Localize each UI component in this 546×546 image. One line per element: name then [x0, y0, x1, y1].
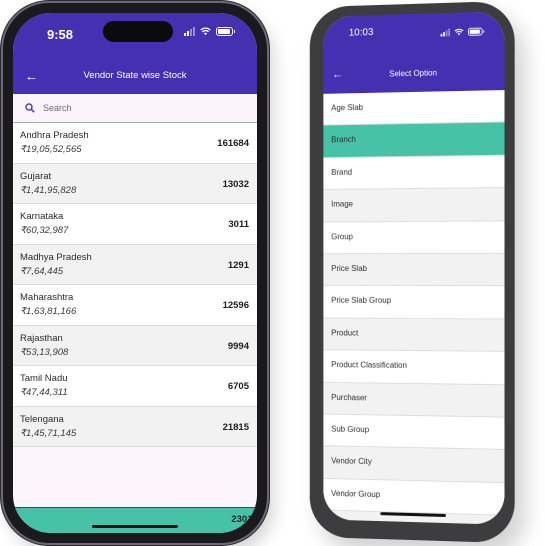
stock-quantity: 12596 [222, 300, 249, 311]
status-bar: 9:58 [13, 13, 257, 57]
wifi-icon [454, 28, 463, 36]
state-name: Gujarat [20, 170, 52, 182]
search-bar [13, 94, 257, 123]
option-label: Price Slab [331, 263, 367, 273]
wifi-icon [200, 27, 211, 36]
app-bar: ← Vendor State wise Stock [13, 57, 257, 94]
state-name: Maharashtra [20, 292, 74, 303]
option-label: Image [331, 199, 353, 209]
signal-icon [440, 28, 450, 37]
state-stock-list: Andhra Pradesh ₹19,05,52,565 161684 Guja… [13, 123, 257, 447]
page-title: Vendor State wise Stock [83, 70, 187, 81]
list-item[interactable]: Rajasthan ₹53,13,908 9994 [13, 325, 257, 366]
option-item[interactable]: Product [323, 318, 505, 352]
list-item[interactable]: Karnataka ₹60,32,987 3011 [13, 204, 257, 245]
list-item[interactable]: Maharashtra ₹1,63,81,166 12596 [13, 285, 257, 326]
total-footer: 230128 [13, 507, 257, 533]
option-item[interactable]: Purchaser [323, 382, 505, 418]
list-item[interactable]: Gujarat ₹1,41,95,828 13032 [13, 163, 257, 204]
showcase-stage: 9:58 ← Vendor State wise Stock Andhra Pr… [0, 0, 546, 546]
stock-quantity: 9994 [227, 340, 249, 352]
option-label: Product [331, 328, 359, 338]
state-name: Telengana [20, 413, 64, 425]
total-quantity: 230128 [231, 514, 257, 525]
stock-amount: ₹19,05,52,565 [20, 144, 82, 155]
option-list: Age Slab Branch Brand Image Group Price … [323, 90, 505, 525]
phone-screen: 10:03 ← Select Option Age Slab Branch Br… [323, 11, 505, 525]
option-label: Product Classification [331, 360, 407, 371]
state-name: Karnataka [20, 211, 64, 222]
stock-amount: ₹60,32,987 [20, 225, 69, 236]
status-time: 9:58 [47, 27, 74, 42]
option-label: Brand [331, 167, 353, 177]
system-icons [184, 27, 235, 36]
stock-amount: ₹1,41,95,828 [20, 184, 77, 196]
option-label: Sub Group [331, 424, 370, 435]
option-item[interactable]: Price Slab [323, 253, 505, 287]
search-icon [25, 103, 35, 113]
option-label: Age Slab [331, 102, 364, 113]
status-bar: 10:03 [323, 11, 505, 57]
stock-quantity: 13032 [222, 178, 249, 190]
stock-amount: ₹47,44,311 [20, 387, 68, 398]
state-name: Andhra Pradesh [20, 130, 89, 141]
state-name: Madhya Pradesh [20, 251, 92, 263]
stock-quantity: 161684 [217, 138, 249, 149]
list-item[interactable]: Telengana ₹1,45,71,145 21815 [13, 406, 257, 447]
search-input[interactable] [43, 99, 249, 117]
option-item[interactable]: Image [323, 188, 505, 223]
list-item[interactable]: Andhra Pradesh ₹19,05,52,565 161684 [13, 123, 257, 164]
state-name: Rajasthan [20, 332, 63, 344]
stock-quantity: 6705 [227, 381, 249, 392]
option-label: Group [331, 231, 353, 241]
phone-screen: 9:58 ← Vendor State wise Stock Andhra Pr… [13, 13, 257, 533]
option-label: Vendor City [331, 456, 372, 467]
stock-quantity: 3011 [228, 219, 249, 230]
stock-amount: ₹1,45,71,145 [20, 427, 77, 439]
option-item[interactable]: Price Slab Group [323, 286, 505, 320]
option-item[interactable]: Group [323, 221, 505, 255]
option-label: Vendor Group [331, 488, 381, 499]
signal-icon [184, 27, 195, 36]
option-item-selected[interactable]: Branch [323, 122, 505, 158]
option-item[interactable]: Age Slab [323, 90, 505, 126]
app-bar: ← Select Option [323, 51, 505, 94]
phone-select-option: 10:03 ← Select Option Age Slab Branch Br… [309, 0, 515, 544]
option-item[interactable]: Vendor City [323, 446, 505, 483]
system-icons [440, 27, 483, 37]
state-name: Tamil Nadu [20, 373, 68, 384]
option-label: Vendor [331, 521, 356, 525]
option-item[interactable]: Vendor Group [323, 478, 505, 516]
stock-amount: ₹53,13,908 [20, 346, 69, 358]
option-item[interactable]: Sub Group [323, 414, 505, 451]
stock-amount: ₹7,64,445 [20, 265, 64, 277]
home-indicator[interactable] [92, 525, 178, 528]
back-arrow-icon[interactable]: ← [25, 68, 38, 83]
status-time: 10:03 [348, 27, 374, 39]
stock-quantity: 1291 [227, 259, 249, 271]
battery-icon [467, 27, 483, 36]
option-label: Price Slab Group [331, 296, 392, 306]
battery-icon [216, 27, 235, 36]
list-item[interactable]: Tamil Nadu ₹47,44,311 6705 [13, 366, 257, 407]
option-item[interactable]: Product Classification [323, 350, 505, 385]
option-label: Branch [331, 135, 357, 145]
phone-vendor-state-stock: 9:58 ← Vendor State wise Stock Andhra Pr… [3, 3, 267, 543]
dynamic-island [103, 21, 173, 42]
stock-quantity: 21815 [222, 421, 249, 433]
list-item[interactable]: Madhya Pradesh ₹7,64,445 1291 [13, 244, 257, 285]
page-title: Select Option [389, 67, 437, 78]
stock-amount: ₹1,63,81,166 [20, 306, 77, 317]
option-label: Purchaser [331, 392, 367, 402]
option-item[interactable]: Brand [323, 155, 505, 191]
back-arrow-icon[interactable]: ← [332, 69, 343, 81]
